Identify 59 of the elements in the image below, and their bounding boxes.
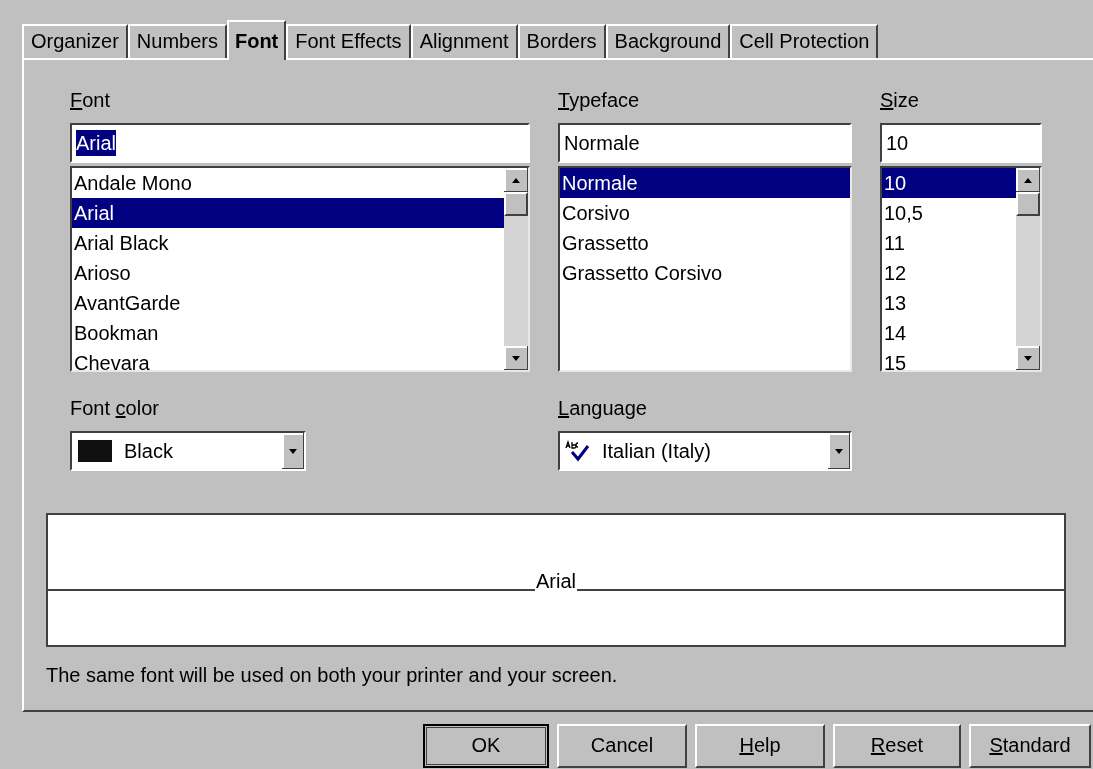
font-list[interactable]: Andale Mono Arial Arial Black Arioso AvantGarde Bookman Chevara [70,166,530,372]
list-item[interactable]: Grassetto [560,228,850,258]
typeface-list[interactable]: Normale Corsivo Grassetto Grassetto Corsivo [558,166,852,372]
tab[interactable]: Borders [517,24,606,58]
list-item[interactable]: Andale Mono [72,168,504,198]
dropdown-value: Italian (Italy) [602,439,712,464]
list-item[interactable]: Bookman [72,318,504,348]
dialog-button[interactable]: Standard [969,724,1091,768]
scroll-down-button[interactable] [1016,346,1040,370]
dialog-button[interactable]: OK [423,724,549,768]
dialog-button[interactable]: Help [695,724,825,768]
field-label: Font [70,88,112,112]
field-label: Font color [70,396,160,420]
list-item[interactable]: Normale [560,168,850,198]
list-item[interactable]: Arial [72,198,504,228]
tab[interactable]: Font [226,20,287,60]
list-item[interactable]: AvantGarde [72,288,504,318]
preview-text: Arial [535,569,577,593]
scroll-down-button[interactable] [504,346,528,370]
scroll-up-button[interactable] [504,168,528,192]
spellcheck-icon [564,440,590,462]
scroll-thumb[interactable] [1016,192,1040,216]
list-item[interactable]: 15 [882,348,1016,370]
info-text: The same font will be used on both your printer and your screen. [46,663,619,687]
list-item[interactable]: 10,5 [882,198,1016,228]
tab[interactable]: Alignment [410,24,518,58]
list-item[interactable]: Grassetto Corsivo [560,258,850,288]
field-label: Language [558,396,648,420]
tab[interactable]: Font Effects [286,24,411,58]
list-item[interactable]: 10 [882,168,1016,198]
field-label: Size [880,88,920,112]
dropdown[interactable]: Italian (Italy) [558,431,852,471]
dropdown[interactable]: Black [70,431,306,471]
scrollbar[interactable] [504,168,528,370]
tab[interactable]: Cell Protection [730,24,879,58]
list-item[interactable]: Arial Black [72,228,504,258]
tab[interactable]: Background [605,24,731,58]
size-field[interactable]: 10 [880,123,1042,163]
field-label: Typeface [558,88,641,112]
dropdown-value: Black [124,439,174,464]
list-item[interactable]: Arioso [72,258,504,288]
dialog-button[interactable]: Cancel [557,724,687,768]
list-item[interactable]: 12 [882,258,1016,288]
typeface-field[interactable]: Normale [558,123,852,163]
tab[interactable]: Organizer [22,24,128,58]
scrollbar[interactable] [1016,168,1040,370]
dropdown-arrow-button[interactable] [828,433,850,469]
list-item[interactable]: 11 [882,228,1016,258]
dropdown-arrow-button[interactable] [282,433,304,469]
tab[interactable]: Numbers [127,24,227,58]
list-item[interactable]: Corsivo [560,198,850,228]
scroll-thumb[interactable] [504,192,528,216]
font-name-field[interactable]: Arial [70,123,530,163]
list-item[interactable]: 13 [882,288,1016,318]
size-list[interactable]: 10 10,5 11 12 13 14 15 [880,166,1042,372]
list-item[interactable]: 14 [882,318,1016,348]
list-item[interactable]: Chevara [72,348,504,370]
dialog-button[interactable]: Reset [833,724,961,768]
scroll-up-button[interactable] [1016,168,1040,192]
